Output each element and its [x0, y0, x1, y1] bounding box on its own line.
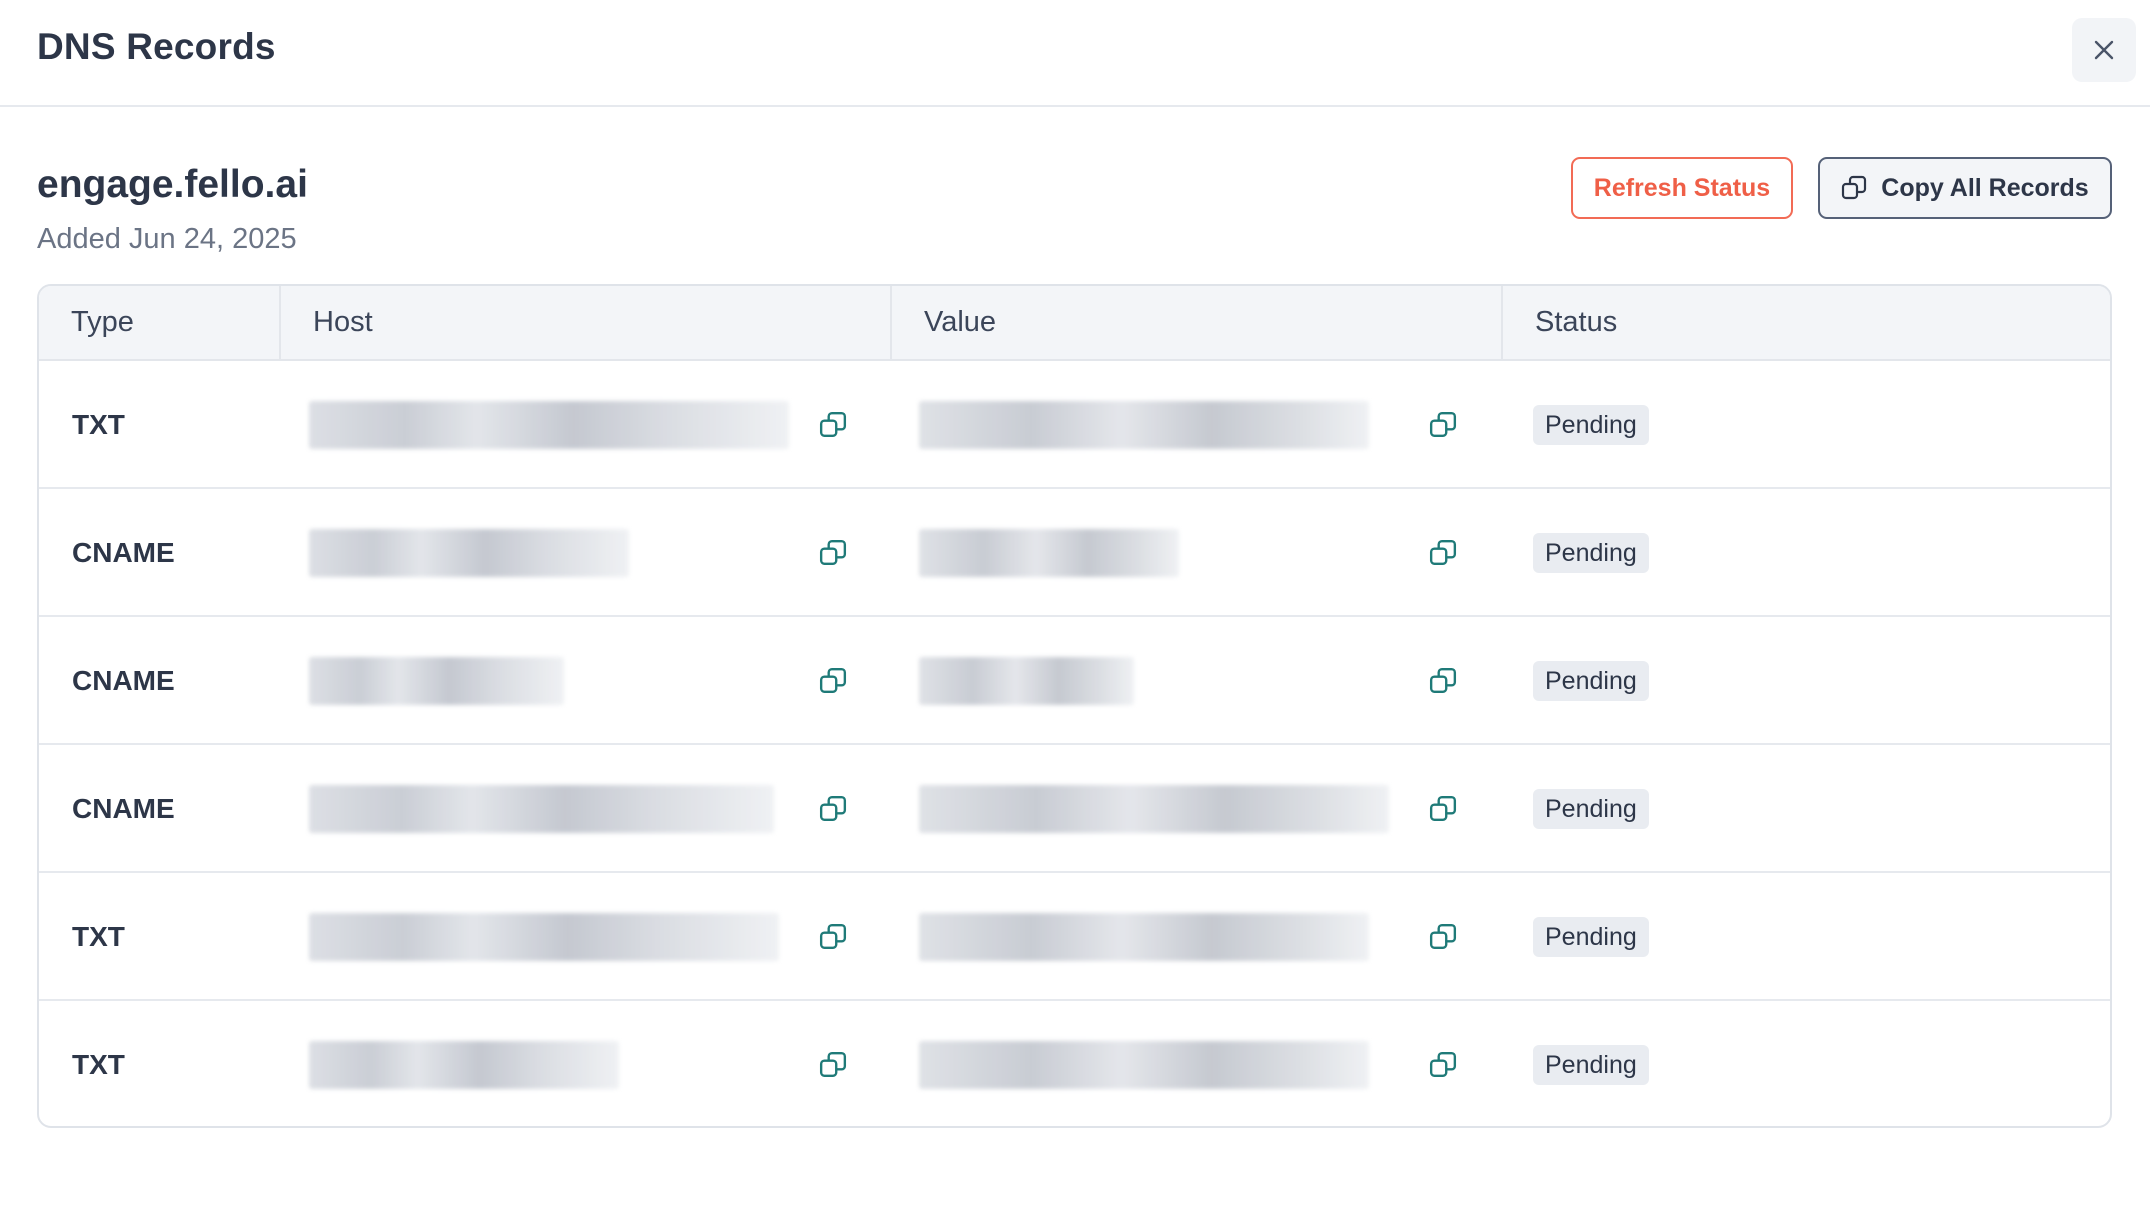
- refresh-status-button[interactable]: Refresh Status: [1571, 157, 1793, 219]
- record-type: CNAME: [72, 665, 175, 696]
- status-badge: Pending: [1533, 1045, 1649, 1085]
- record-type: TXT: [72, 1049, 125, 1080]
- record-type: TXT: [72, 409, 125, 440]
- modal-title: DNS Records: [37, 26, 276, 67]
- dns-records-modal: DNS Records engage.fello.ai Added Jun 24…: [0, 0, 2150, 1212]
- host-redacted: [309, 529, 629, 577]
- copy-value-icon[interactable]: [1429, 1051, 1457, 1079]
- status-badge: Pending: [1533, 661, 1649, 701]
- host-redacted: [309, 1041, 619, 1089]
- copy-host-icon[interactable]: [819, 667, 847, 695]
- header-type: Type: [71, 306, 134, 338]
- copy-host-icon[interactable]: [819, 923, 847, 951]
- table-row: CNAME Pending: [39, 489, 2110, 617]
- host-redacted: [309, 401, 789, 449]
- host-redacted: [309, 657, 564, 705]
- value-redacted: [919, 913, 1369, 961]
- record-type: TXT: [72, 921, 125, 952]
- copy-host-icon[interactable]: [819, 411, 847, 439]
- header-status: Status: [1501, 286, 2110, 359]
- modal-header: DNS Records: [0, 0, 2150, 107]
- record-type: CNAME: [72, 793, 175, 824]
- copy-host-icon[interactable]: [819, 539, 847, 567]
- close-button[interactable]: [2072, 18, 2136, 82]
- host-redacted: [309, 785, 774, 833]
- status-badge: Pending: [1533, 789, 1649, 829]
- header-value: Value: [890, 286, 1501, 359]
- table-row: TXT Pending: [39, 1001, 2110, 1126]
- header-host: Host: [279, 286, 890, 359]
- status-badge: Pending: [1533, 405, 1649, 445]
- copy-value-icon[interactable]: [1429, 539, 1457, 567]
- table-row: TXT Pending: [39, 873, 2110, 1001]
- domain-name: engage.fello.ai: [37, 163, 308, 206]
- copy-icon: [1842, 175, 1867, 200]
- copy-value-icon[interactable]: [1429, 667, 1457, 695]
- value-redacted: [919, 785, 1389, 833]
- copy-all-records-button[interactable]: Copy All Records: [1818, 157, 2112, 219]
- value-redacted: [919, 1041, 1369, 1089]
- copy-host-icon[interactable]: [819, 795, 847, 823]
- refresh-status-label: Refresh Status: [1593, 173, 1771, 202]
- host-redacted: [309, 913, 779, 961]
- close-icon: [2094, 40, 2114, 60]
- table-row: CNAME Pending: [39, 745, 2110, 873]
- copy-host-icon[interactable]: [819, 1051, 847, 1079]
- copy-all-records-label: Copy All Records: [1881, 173, 2089, 202]
- table-row: TXT Pending: [39, 361, 2110, 489]
- table-header: Type Host Value Status: [39, 286, 2110, 361]
- record-type: CNAME: [72, 537, 175, 568]
- table-row: CNAME Pending: [39, 617, 2110, 745]
- copy-value-icon[interactable]: [1429, 795, 1457, 823]
- value-redacted: [919, 657, 1134, 705]
- domain-added-date: Added Jun 24, 2025: [37, 223, 297, 255]
- dns-records-table: Type Host Value Status TXT Pending CNAME Pe…: [37, 284, 2112, 1128]
- copy-value-icon[interactable]: [1429, 923, 1457, 951]
- status-badge: Pending: [1533, 533, 1649, 573]
- copy-value-icon[interactable]: [1429, 411, 1457, 439]
- value-redacted: [919, 529, 1179, 577]
- status-badge: Pending: [1533, 917, 1649, 957]
- value-redacted: [919, 401, 1369, 449]
